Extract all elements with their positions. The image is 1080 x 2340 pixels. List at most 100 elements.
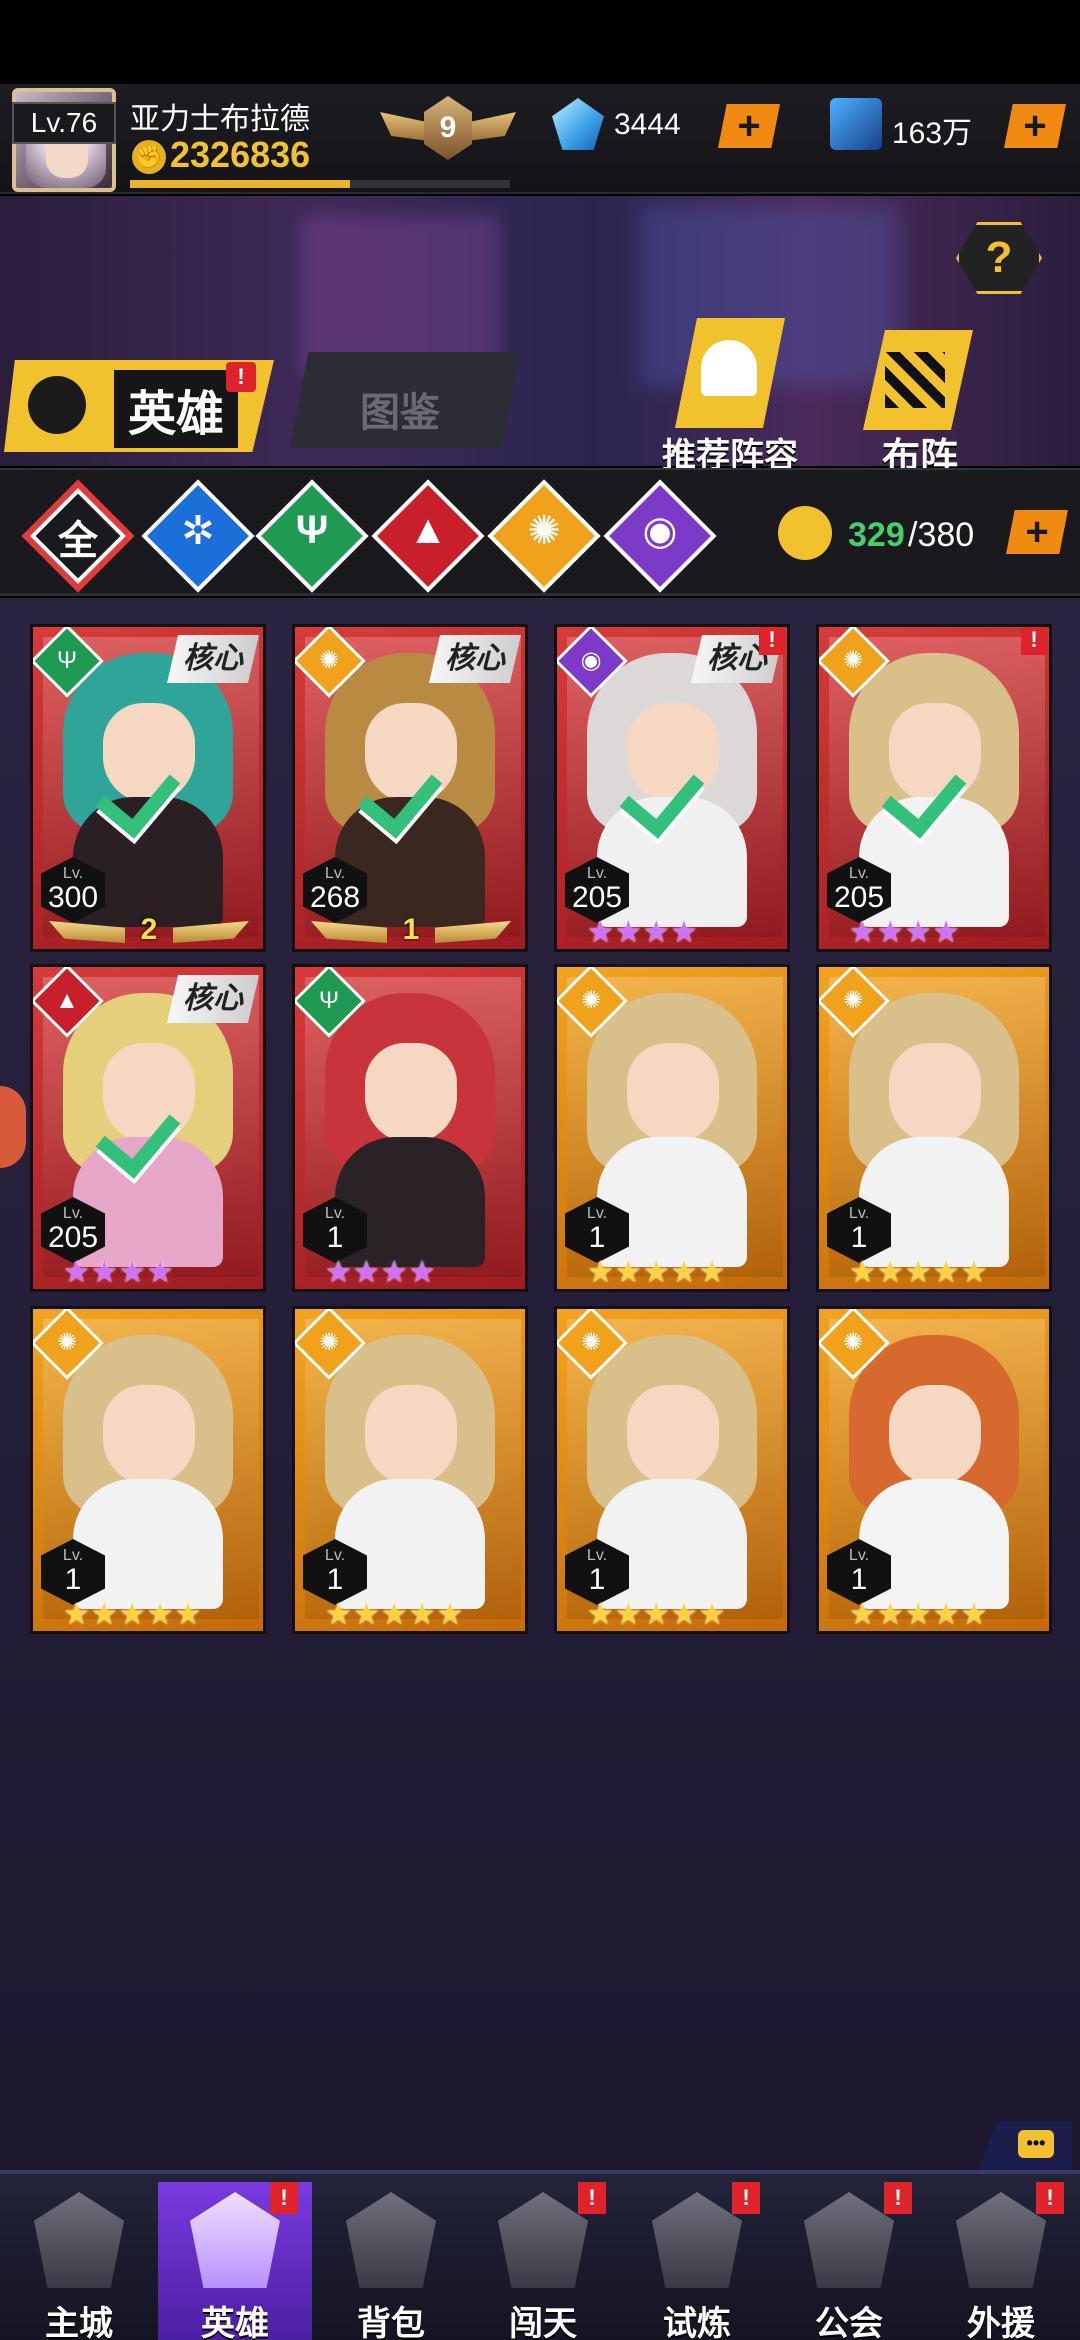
player-top-bar: 亚力士布拉德 ✊ 2326836 9 3444 + 163万 + — [0, 84, 1080, 194]
hero-level-value: 1 — [588, 1563, 606, 1596]
deployed-check-icon — [885, 753, 981, 823]
wing-right — [173, 921, 249, 943]
hero-level-value: 1 — [850, 1221, 868, 1254]
fire-icon: ▲ — [408, 508, 448, 552]
tier-value: 1 — [402, 913, 420, 946]
hero-card[interactable]: ✺ Lv. 1 ★★★★★ — [816, 964, 1052, 1292]
formation-button[interactable]: 布阵 — [845, 330, 995, 479]
nav-bag-label: 背包 — [357, 2305, 425, 2340]
hero-card[interactable]: ✺ Lv. 1 ★★★★★ — [30, 1306, 266, 1634]
expand-hero-slots-button[interactable]: + — [1006, 510, 1068, 554]
status-bar — [0, 0, 1080, 84]
gold-resource: 163万 + — [830, 98, 1070, 154]
hero-count-current: 329 — [848, 516, 905, 554]
core-badge: 核心 — [167, 635, 259, 683]
hero-card[interactable]: ✺ Lv. 1 ★★★★★ — [292, 1306, 528, 1634]
tab-heroes-label: 英雄 — [114, 370, 239, 448]
alert-badge: ! — [759, 627, 785, 655]
star-rating: ★★★★★ — [325, 1598, 465, 1631]
add-gold-button[interactable]: + — [1004, 104, 1066, 148]
hero-card[interactable]: Ψ 核心 Lv. 300 2 — [30, 624, 266, 952]
star-rating: ★★★★★ — [587, 1598, 727, 1631]
tier-wings: 2 — [49, 913, 249, 947]
wing-left — [49, 921, 125, 943]
sun-icon: ✺ — [527, 509, 561, 553]
alert-badge: ! — [226, 362, 256, 392]
filter-wind[interactable]: Ψ — [255, 479, 369, 593]
support-gear-icon — [956, 2192, 1046, 2288]
deployed-check-icon — [99, 753, 195, 823]
coin-icon — [830, 98, 882, 150]
add-gems-button[interactable]: + — [718, 104, 780, 148]
deployed-check-icon — [361, 753, 457, 823]
tab-heroes[interactable]: 英雄 ! — [4, 360, 274, 452]
diamond-icon — [552, 98, 604, 150]
player-power: 2326836 — [170, 134, 311, 175]
alert-badge: ! — [1036, 2182, 1064, 2214]
hero-level-value: 1 — [588, 1221, 606, 1254]
filter-dark[interactable]: ◉ — [603, 479, 717, 593]
nav-trial[interactable]: 试炼 ! — [620, 2182, 774, 2340]
hero-level-value: 268 — [309, 881, 361, 914]
tier-wings: 1 — [311, 913, 511, 947]
filter-water[interactable]: ✲ — [141, 479, 255, 593]
hero-head-icon — [28, 376, 86, 434]
hero-card[interactable]: ✺ Lv. 1 ★★★★★ — [554, 1306, 790, 1634]
nav-bag[interactable]: 背包 — [314, 2182, 468, 2340]
star-rating: ★★★★ — [63, 1256, 175, 1289]
chat-icon: ••• — [1018, 2130, 1054, 2158]
hero-card[interactable]: Ψ Lv. 1 ★★★★ — [292, 964, 528, 1292]
hero-card[interactable]: ◉ 核心 ! Lv. 205 ★★★★ — [554, 624, 790, 952]
gold-count: 163万 — [892, 117, 973, 150]
filter-all-label: 全 — [58, 519, 98, 563]
player-name: 亚力士布拉德 — [130, 103, 310, 136]
hero-face — [627, 1385, 719, 1485]
nav-city[interactable]: 主城 — [2, 2182, 156, 2340]
star-rating: ★★★★★ — [63, 1598, 203, 1631]
vip-level: 9 — [424, 96, 472, 160]
backpack-icon — [346, 2192, 436, 2288]
star-rating: ★★★★ — [587, 916, 699, 949]
dark-icon: ◉ — [642, 509, 678, 553]
xp-bar — [130, 180, 510, 188]
deployed-check-icon — [623, 753, 719, 823]
side-drawer-handle[interactable] — [0, 1086, 26, 1168]
recommend-lineup-button[interactable]: 推荐阵容 — [655, 318, 805, 475]
wind-icon: Ψ — [295, 508, 329, 552]
hero-face — [627, 1043, 719, 1143]
hero-card[interactable]: ✺ ! Lv. 205 ★★★★ — [816, 624, 1052, 952]
nav-stage[interactable]: 闯天 ! — [466, 2182, 620, 2340]
castle-icon — [34, 2192, 124, 2288]
hero-level-value: 300 — [47, 881, 99, 914]
nav-support[interactable]: 外援 ! — [924, 2182, 1078, 2340]
nav-trial-label: 试炼 — [663, 2305, 731, 2340]
hero-count-max: /380 — [908, 516, 975, 554]
fist-icon: ✊ — [132, 140, 166, 174]
guild-emblem-icon — [804, 2192, 894, 2288]
xp-bar-fill — [130, 180, 351, 188]
hero-mech-icon — [190, 2192, 280, 2288]
hero-face — [103, 1385, 195, 1485]
hero-card[interactable]: ✺ Lv. 1 ★★★★★ — [554, 964, 790, 1292]
core-badge: 核心 — [429, 635, 521, 683]
filter-all[interactable]: 全 — [21, 479, 135, 593]
nav-hero[interactable]: 英雄 ! — [158, 2182, 312, 2340]
star-rating: ★★★★★ — [849, 1598, 989, 1631]
star-rating: ★★★★ — [325, 1256, 437, 1289]
hero-card[interactable]: ✺ Lv. 1 ★★★★★ — [816, 1306, 1052, 1634]
vip-badge[interactable]: 9 — [380, 92, 516, 172]
tab-codex[interactable]: 图鉴 — [290, 352, 520, 448]
hero-card[interactable]: ✺ 核心 Lv. 268 1 — [292, 624, 528, 952]
hero-level-value: 1 — [326, 1563, 344, 1596]
filter-fire[interactable]: ▲ — [371, 479, 485, 593]
tab-codex-label: 图鉴 — [360, 391, 440, 435]
hero-level-value: 205 — [571, 881, 623, 914]
nav-guild[interactable]: 公会 ! — [772, 2182, 926, 2340]
hero-level-value: 205 — [833, 881, 885, 914]
alert-badge: ! — [732, 2182, 760, 2214]
hero-level-value: 1 — [326, 1221, 344, 1254]
nav-city-label: 主城 — [45, 2305, 113, 2340]
filter-light[interactable]: ✺ — [487, 479, 601, 593]
star-rating: ★★★★★ — [587, 1256, 727, 1289]
hero-card[interactable]: ▲ 核心 Lv. 205 ★★★★ — [30, 964, 266, 1292]
